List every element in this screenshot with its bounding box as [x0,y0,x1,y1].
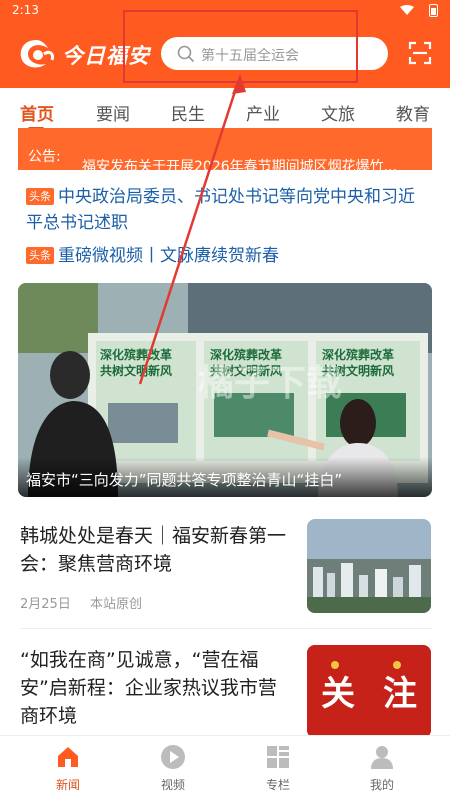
nav-column[interactable]: 专栏 [238,736,318,801]
logo-swirl-icon [20,40,54,68]
headline-item[interactable]: 头条 中央政治局委员、书记处书记等向党中央和习近平总书记述职 [26,184,426,236]
tab-culture-tourism[interactable]: 文旅 [321,100,355,125]
nav-news-label: 新闻 [55,778,80,792]
user-icon [371,746,393,769]
tab-home[interactable]: 首页 [20,100,54,125]
svg-text:深化殡葬改革: 深化殡葬改革 [210,347,282,362]
nav-news[interactable]: 新闻 [28,736,108,801]
nav-video-label: 视频 [160,778,185,792]
grid-icon [267,746,289,768]
svg-text:深化殡葬改革: 深化殡葬改革 [322,347,394,362]
article-title[interactable]: “如我在商”见诚意，“营在福安”启新程：企业家热议我市营商环境 [20,646,290,730]
play-icon [161,745,185,769]
notice-banner[interactable]: 公告: 福安发布关于开展2026年春节期间城区烟花爆竹... [18,140,432,170]
nav-me-label: 我的 [369,778,394,792]
nav-column-label: 专栏 [265,778,290,792]
watermark-text: 橘子下载 [198,363,342,404]
tab-livelihood[interactable]: 民生 [171,100,205,125]
article-source: 本站原创 [90,597,143,612]
headline-text: 重磅微视频丨文脉赓续贺新春 [58,246,279,266]
list-divider [20,628,432,629]
hero-caption: 福安市“三向发力”同题共答专项整治青山“挂白” [18,457,432,497]
headline-item[interactable]: 头条 重磅微视频丨文脉赓续贺新春 [26,243,426,269]
article-thumbnail[interactable]: 关 注 [307,645,431,738]
svg-text:共树文明新风: 共树文明新风 [100,363,172,378]
thumb-text-1: 关 [321,674,355,714]
wifi-icon [400,5,414,15]
hero-banner[interactable]: 深化殡葬改革 深化殡葬改革 深化殡葬改革 共树文明新风 共树文明新风 共树文明新… [18,283,432,497]
tab-news[interactable]: 要闻 [96,100,130,125]
article-title[interactable]: 韩城处处是春天｜福安新春第一会：聚焦营商环境 [20,522,290,578]
article-date: 2月25日 [20,597,71,612]
thumb-text-2: 注 [383,674,417,714]
svg-text:深化殡葬改革: 深化殡葬改革 [100,347,172,362]
tab-education[interactable]: 教育 [396,100,430,125]
headline-text: 中央政治局委员、书记处书记等向党中央和习近平总书记述职 [26,187,415,233]
headline-tag: 头条 [26,247,54,264]
tab-industry[interactable]: 产业 [246,100,280,125]
category-tabs: 首页 要闻 民生 产业 文旅 教育 [0,96,450,130]
home-icon [58,747,78,767]
article-thumbnail[interactable] [307,519,431,613]
notice-label: 公告: [28,149,61,165]
headline-tag: 头条 [26,188,54,205]
bottom-navigation: 新闻 视频 专栏 我的 [0,735,450,800]
nav-me[interactable]: 我的 [342,736,422,801]
battery-icon [429,4,438,17]
nav-video[interactable]: 视频 [133,736,213,801]
cityscape-image [307,519,431,613]
follow-banner-image: 关 注 [307,645,431,738]
notice-previous-line [18,128,432,140]
notice-message: 福安发布关于开展2026年春节期间城区烟花爆竹... [82,159,397,170]
scan-icon[interactable] [408,41,432,65]
status-time: 2:13 [12,3,39,17]
annotation-highlight-box [123,10,358,83]
